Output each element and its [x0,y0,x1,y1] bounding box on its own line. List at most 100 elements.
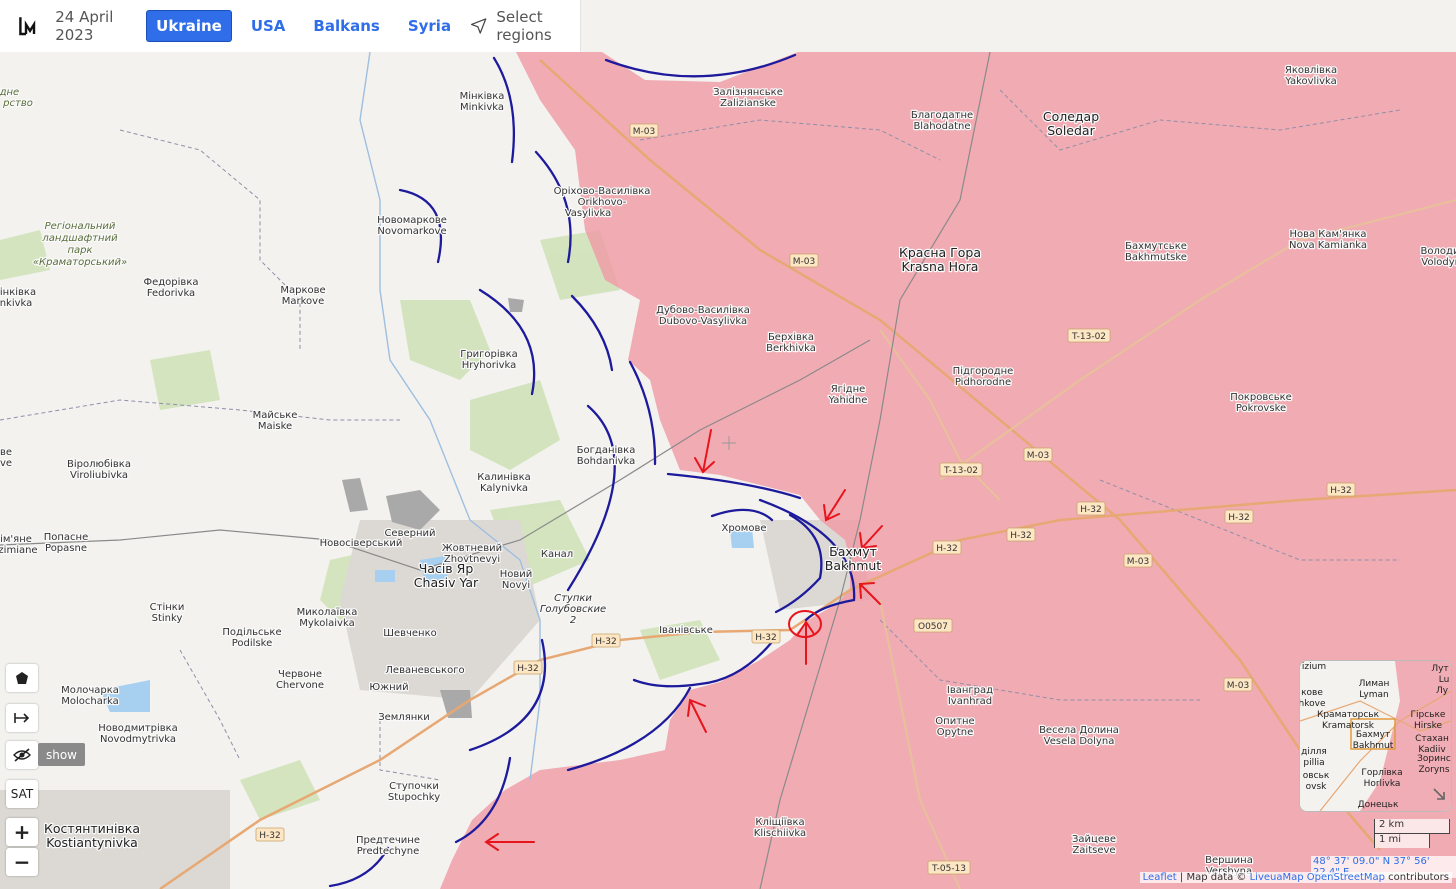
place-label: Kostiantynivka [46,835,137,850]
place-label: Viroliubivka [70,470,128,481]
place-label: Popasne [45,543,87,554]
place-label: «Краматорський» [33,257,127,268]
place-label: Молочарка [61,685,119,696]
place-label: Новий [500,569,533,580]
road-label: T-13-02 [943,466,978,476]
minimap-label: Лиман [1359,679,1390,689]
minimap-label: Зоринс [1417,754,1451,764]
attribution: Leaflet | Map data © LiveuaMap OpenStree… [1139,872,1452,883]
place-label: Залізнянське [713,86,783,98]
place-label: Весела Долина [1039,725,1119,736]
place-label: Maiske [258,421,292,432]
place-label: Зайцеве [1072,834,1116,845]
select-regions-button[interactable]: Select regions [470,8,580,44]
liveuamap-link[interactable]: LiveuaMap [1250,872,1304,883]
select-regions-label: Select regions [496,8,552,44]
place-label: Stupochky [388,792,440,803]
place-label: Pokrovske [1236,403,1286,414]
place-label: Красна Гора [899,245,981,260]
place-label: Землянки [378,712,430,723]
place-label: Ступочки [389,781,439,792]
place-label: zimiane [0,545,38,556]
place-label: ландшафтний [41,233,118,244]
place-label: Yakovlivka [1284,76,1337,87]
road-label: M-03 [1127,557,1149,567]
place-label: Бахмут [829,544,877,559]
show-button[interactable]: show [38,743,85,766]
zoom-in-button[interactable]: + [6,818,38,846]
place-label: Іванівське [659,624,713,636]
minimap-label: Hirske [1414,721,1443,731]
minimap-label: кове [1301,688,1323,698]
place-label: інківка [0,286,36,298]
place-label: Покровське [1230,392,1292,403]
satellite-button[interactable]: SAT [6,780,38,808]
place-label: Шевченко [383,628,437,639]
place-label: Іванград [947,685,993,696]
place-label: Нова Кам'янка [1289,229,1366,240]
road-label: M-03 [633,127,655,137]
place-label: Подільське [222,626,281,638]
minimap-label: Донецьк [1358,800,1399,810]
scale-km: 2 km [1374,819,1450,834]
measure-arrow-icon [14,713,30,723]
place-label: Molocharka [61,696,118,707]
map-svg: M-03 M-03 M-03 M-03 T-13-02 T-13-02 H-32… [0,52,1456,889]
place-label: Федорівка [144,276,199,288]
place-label: Nova Kamianka [1289,240,1367,251]
polygon-icon [16,672,28,684]
road-label: T-13-02 [1071,332,1106,342]
attribution-text: | Map data © [1176,872,1250,883]
minimap-label: Лу [1436,686,1449,696]
liveuamap-logo-icon[interactable] [18,12,37,40]
tab-balkans[interactable]: Balkans [304,11,388,41]
place-label: Ягідне [831,383,866,395]
place-label: Berkhivka [766,343,816,354]
minimap-label: ділля [1301,747,1327,757]
draw-polygon-button[interactable] [6,664,38,692]
eye-slash-icon [13,748,31,762]
place-label: Леваневського [385,665,464,676]
tab-ukraine[interactable]: Ukraine [146,10,232,42]
place-label: Благодатне [911,110,973,121]
place-label: Vesela Dolyna [1044,736,1115,747]
place-label: Volodyr [1421,257,1456,268]
map-canvas[interactable]: M-03 M-03 M-03 M-03 T-13-02 T-13-02 H-32… [0,52,1456,889]
road-label: M-03 [793,257,815,267]
place-label: Novyi [502,580,530,591]
minimap-label: Гірське [1411,710,1446,720]
minimap-label: Лут [1431,664,1448,674]
place-label: ідне [0,86,19,98]
minimap-label: Lyman [1359,690,1389,700]
scale-mi: 1 mi [1374,833,1430,848]
place-label: Жовтневий [442,543,502,554]
place-label: Новомаркове [377,215,447,226]
road-label: H-32 [936,544,957,554]
place-label: Opytne [937,727,974,738]
tab-syria[interactable]: Syria [399,11,460,41]
minimap[interactable]: izium Лиман Lyman кове hkove Краматорськ… [1299,660,1452,812]
place-label: Соледар [1043,109,1099,124]
place-label: Григорівка [460,348,518,360]
place-label: Vasylivka [565,208,612,219]
navigation-arrow-icon [471,18,487,34]
leaflet-link[interactable]: Leaflet [1143,872,1177,883]
place-label: Podilske [232,638,273,649]
place-label: Hryhorivka [462,360,517,371]
minimap-label: Bakhmut [1353,741,1394,751]
place-label: Fedorivka [147,288,195,299]
hide-layer-button[interactable] [6,741,38,769]
measure-button[interactable] [6,704,38,732]
road-label: H-32 [1228,513,1249,523]
tab-usa[interactable]: USA [242,11,295,41]
attribution-rest: contributors [1385,872,1449,883]
scale-bar: 2 km 1 mi [1374,819,1450,848]
place-label: Stinky [152,613,183,624]
place-label: Віролюбівка [67,458,131,470]
place-label: Регіональний [45,220,116,232]
place-label: Володи [1421,246,1456,257]
zoom-out-button[interactable]: − [6,848,38,876]
osm-link[interactable]: OpenStreetMap [1307,872,1385,883]
place-label: Orikhovo- [578,197,627,208]
place-label: Zalizianske [720,98,776,109]
